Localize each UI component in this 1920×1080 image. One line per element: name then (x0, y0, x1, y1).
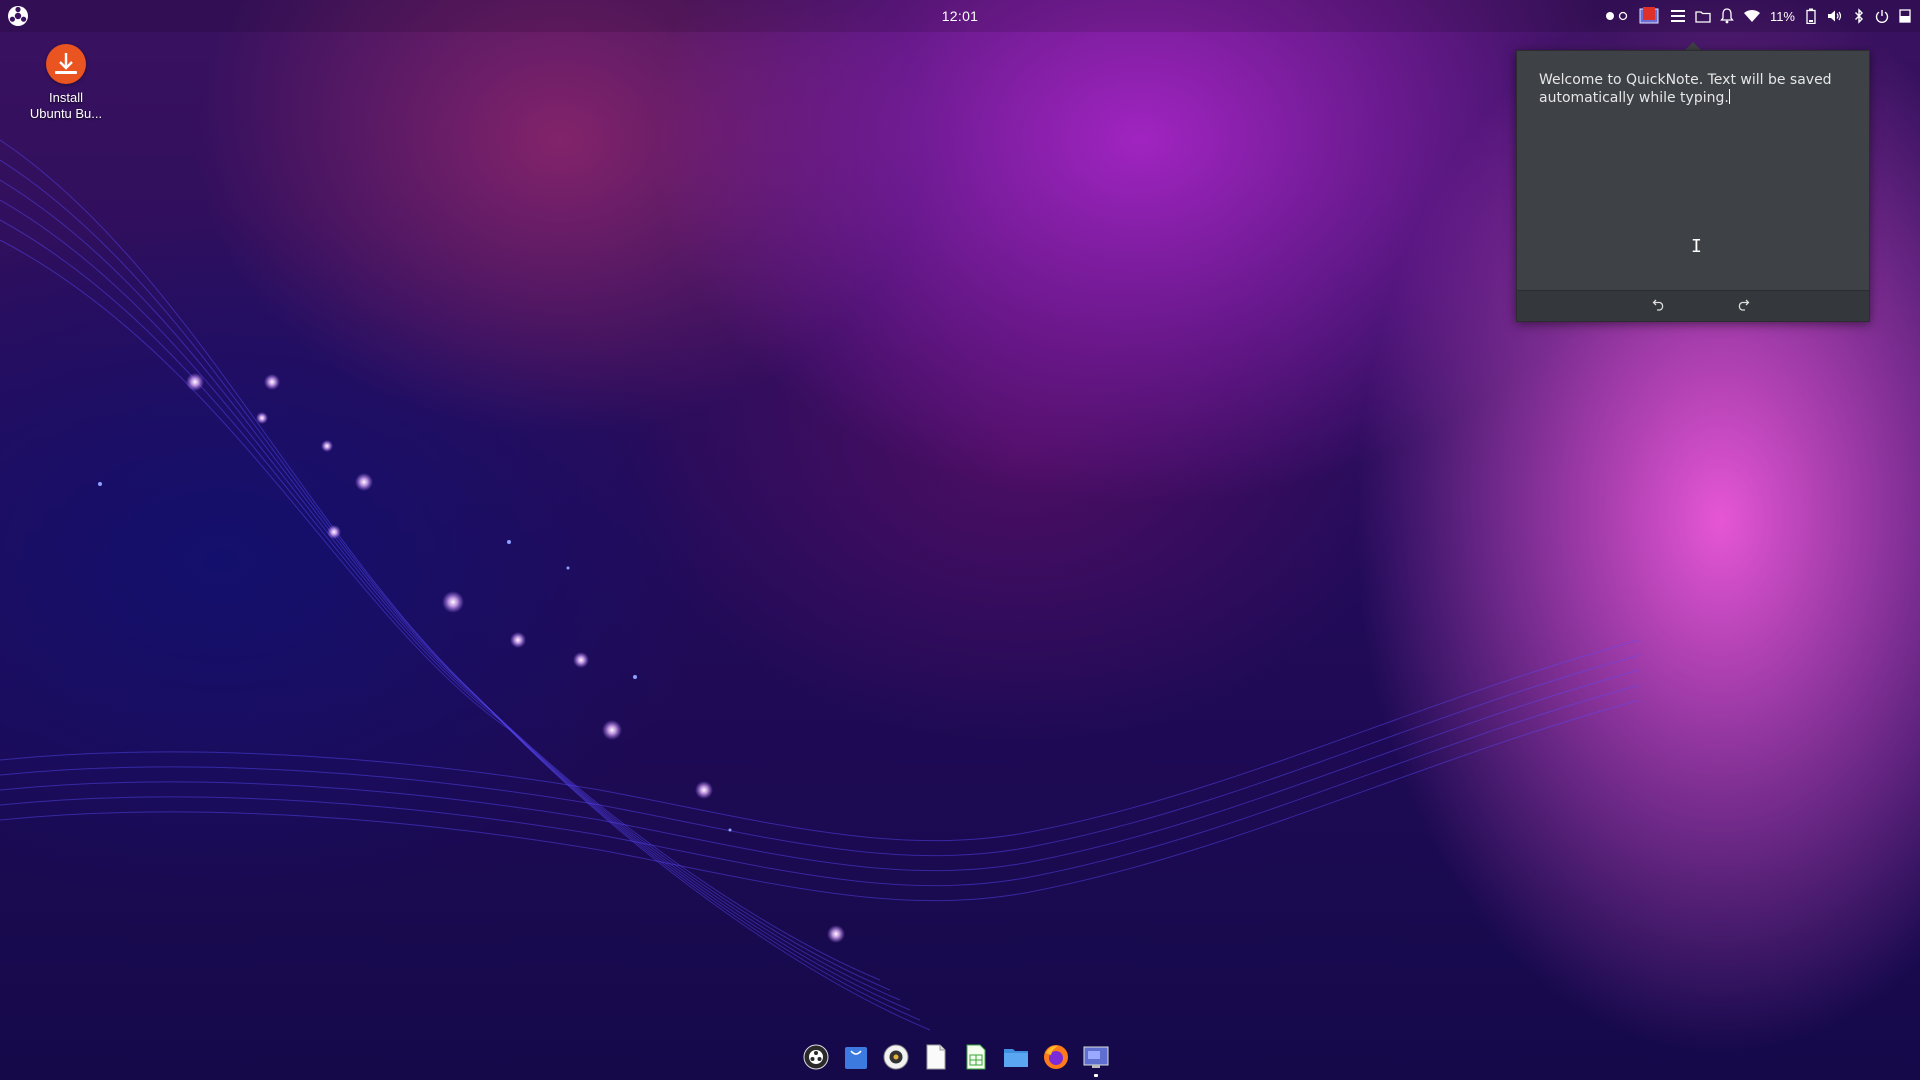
raven-toggle-button[interactable] (1898, 4, 1912, 28)
workspace-dots-icon (1605, 11, 1628, 21)
dock-item-rhythmbox[interactable] (882, 1043, 910, 1071)
battery-percent[interactable]: 11% (1770, 4, 1795, 28)
dock-item-spreadsheet[interactable] (962, 1043, 990, 1071)
budgie-menu-icon (8, 6, 28, 26)
quicknote-toolbar (1517, 290, 1869, 321)
desktop-icon-label-line1: Install (49, 90, 83, 105)
dock-item-software-store[interactable] (842, 1043, 870, 1071)
workspace-switcher[interactable] (1604, 4, 1630, 28)
popover-arrow (1685, 42, 1701, 50)
quicknote-text: Welcome to QuickNote. Text will be saved… (1539, 72, 1832, 106)
power-icon (1875, 10, 1889, 23)
menu-tray-button[interactable] (1670, 4, 1686, 28)
budgie-welcome-icon (803, 1044, 829, 1070)
dock-item-text-editor[interactable] (922, 1043, 950, 1071)
dock-item-budgie-welcome[interactable] (802, 1043, 830, 1071)
sidebar-panel-icon (1899, 9, 1911, 23)
text-caret (1728, 89, 1730, 104)
dock-item-screenshot[interactable] (1082, 1043, 1110, 1077)
top-panel: 12:01 11% (0, 0, 1920, 32)
folder-tray-icon (1695, 11, 1711, 23)
desktop-icon-label-line2: Ubuntu Bu... (29, 106, 103, 121)
screenshot-icon (1083, 1046, 1109, 1068)
download-icon (46, 44, 86, 84)
bell-icon (1720, 8, 1734, 24)
battery-button[interactable] (1804, 4, 1818, 28)
bluetooth-icon (1855, 8, 1863, 24)
wifi-icon (1743, 9, 1760, 22)
quicknote-popover: Welcome to QuickNote. Text will be saved… (1516, 50, 1870, 322)
dock (802, 1042, 1110, 1077)
redo-button[interactable] (1733, 297, 1753, 315)
hamburger-icon (1670, 10, 1685, 22)
quicknote-tray-button[interactable] (1695, 4, 1711, 28)
redo-icon (1738, 299, 1750, 311)
document-icon (926, 1044, 946, 1070)
firefox-icon (1044, 1045, 1068, 1069)
running-indicator (1094, 1074, 1098, 1077)
network-button[interactable] (1743, 4, 1761, 28)
screenshot-tray-icon (1639, 7, 1659, 24)
ibeam-cursor-icon: I (1691, 236, 1702, 257)
folder-icon (1004, 1049, 1028, 1067)
system-tray: 11% (1604, 0, 1912, 32)
screenshot-tray-button[interactable] (1639, 4, 1661, 28)
volume-button[interactable] (1827, 4, 1843, 28)
battery-icon (1806, 8, 1816, 24)
dock-item-firefox[interactable] (1042, 1043, 1070, 1071)
spreadsheet-icon (966, 1044, 986, 1070)
bluetooth-button[interactable] (1852, 4, 1866, 28)
undo-button[interactable] (1649, 297, 1669, 315)
shopping-bag-icon (845, 1047, 867, 1069)
speaker-icon (1828, 10, 1842, 22)
power-button[interactable] (1875, 4, 1889, 28)
quicknote-text-area[interactable]: Welcome to QuickNote. Text will be saved… (1539, 72, 1839, 107)
notifications-button[interactable] (1720, 4, 1734, 28)
dock-item-files[interactable] (1002, 1043, 1030, 1071)
budgie-menu-button[interactable] (6, 4, 30, 28)
undo-icon (1652, 299, 1664, 311)
desktop-icon-install-ubuntu-budgie[interactable]: Install Ubuntu Bu... (18, 44, 114, 122)
speaker-icon (883, 1044, 909, 1070)
